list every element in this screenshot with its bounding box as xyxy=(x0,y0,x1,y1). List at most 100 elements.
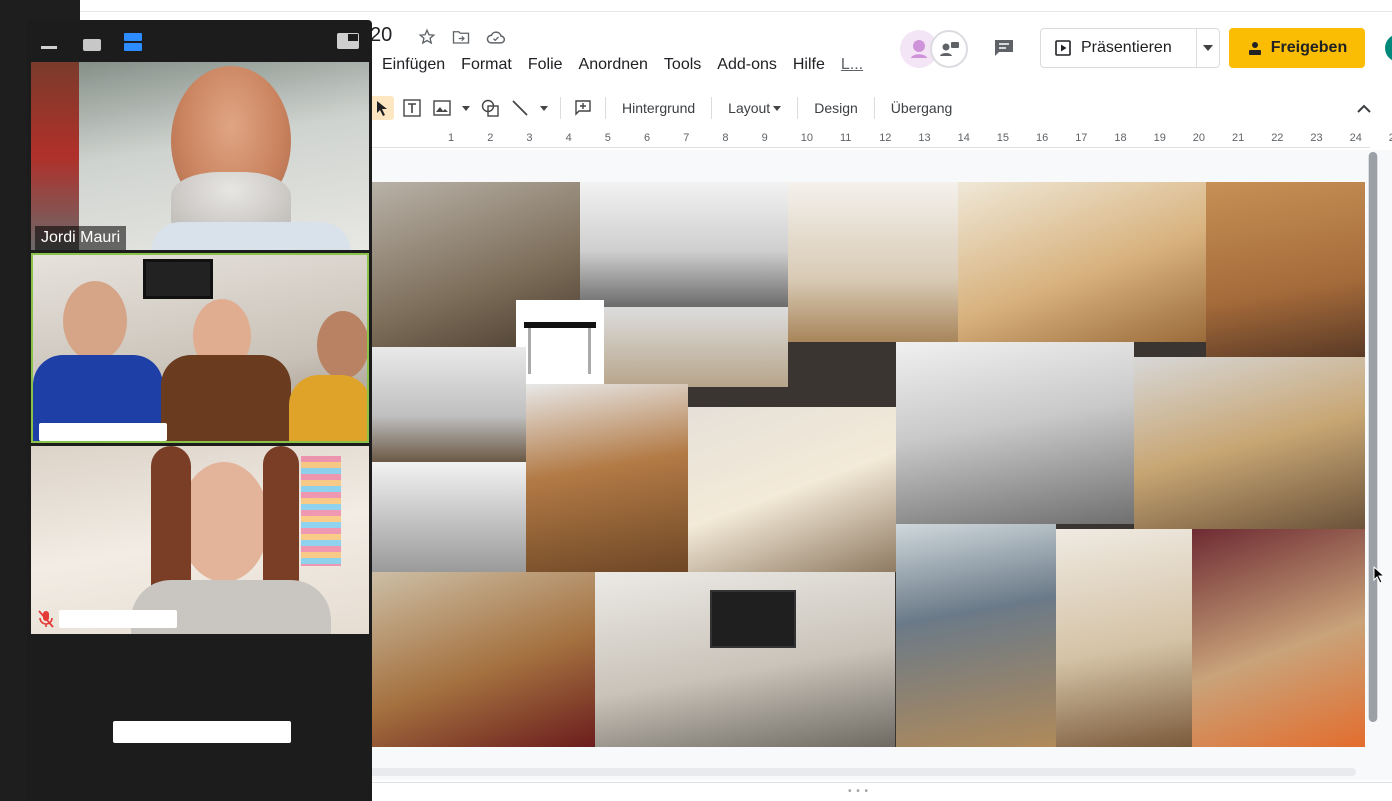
drag-handle-icon[interactable]: • • • xyxy=(848,786,869,797)
present-button[interactable]: Präsentieren xyxy=(1040,28,1220,68)
photo-tile xyxy=(370,462,526,572)
meet-icon[interactable] xyxy=(930,30,968,68)
menu-format[interactable]: Format xyxy=(461,56,512,74)
toolbar-separator xyxy=(873,97,875,119)
ruler-tick: 8 xyxy=(722,132,729,144)
image-caret-icon[interactable] xyxy=(460,96,472,120)
ruler-tick: 12 xyxy=(879,132,892,144)
speaker-view-icon[interactable] xyxy=(123,32,143,52)
vertical-scrollbar[interactable] xyxy=(1368,152,1378,722)
toolbar-separator xyxy=(711,97,713,119)
account-avatar[interactable] xyxy=(1385,34,1392,62)
scroll-thumb[interactable] xyxy=(1369,152,1377,722)
video-panel-header xyxy=(27,20,372,62)
ruler-ticks: 1 2 3 4 5 6 7 8 9 10 11 12 13 14 15 16 17 18 19 20 21 22 23 24 2… xyxy=(370,130,1392,147)
slide-collage[interactable] xyxy=(370,182,1365,747)
menu-last-edit[interactable]: L... xyxy=(841,56,863,74)
ruler-tick: 7 xyxy=(683,132,690,144)
theme-button[interactable]: Design xyxy=(808,100,864,116)
shape-icon[interactable] xyxy=(478,96,502,120)
ruler-tick: 19 xyxy=(1153,132,1166,144)
photo-tile xyxy=(370,572,595,747)
mic-muted-icon xyxy=(35,608,57,630)
text-box-icon[interactable] xyxy=(400,96,424,120)
slide-canvas[interactable] xyxy=(370,150,1392,780)
browser-top-edge xyxy=(80,0,1392,12)
bookshelf xyxy=(31,62,79,250)
star-icon[interactable] xyxy=(416,26,438,48)
ruler-tick: 1 xyxy=(448,132,455,144)
minimize-icon[interactable] xyxy=(41,46,57,49)
photo-tile xyxy=(1206,182,1365,357)
ruler-tick: 11 xyxy=(840,132,852,144)
horizontal-scrollbar[interactable] xyxy=(370,768,1356,776)
menu-help[interactable]: Hilfe xyxy=(793,56,825,74)
document-title[interactable]: 20 xyxy=(370,24,392,47)
background-button[interactable]: Hintergrund xyxy=(616,100,701,116)
select-cursor-icon[interactable] xyxy=(370,96,394,120)
present-main[interactable]: Präsentieren xyxy=(1041,29,1197,67)
collapse-toolbar-icon[interactable] xyxy=(1354,98,1374,118)
image-icon[interactable] xyxy=(430,96,454,120)
wall-decoration xyxy=(301,456,341,566)
ruler-tick: 23 xyxy=(1310,132,1323,144)
participant-tile[interactable] xyxy=(31,446,369,634)
photo-tile xyxy=(604,307,788,387)
ruler-tick: 21 xyxy=(1232,132,1245,144)
ruler-tick: 13 xyxy=(918,132,931,144)
ruler-tick: 17 xyxy=(1075,132,1088,144)
menu-tools[interactable]: Tools xyxy=(664,56,701,74)
menu-insert[interactable]: Einfügen xyxy=(382,56,445,74)
layout-caret-icon xyxy=(773,105,782,111)
participant-video xyxy=(317,311,367,379)
comments-icon[interactable] xyxy=(990,34,1018,62)
ruler-tick: 2 xyxy=(487,132,494,144)
ruler-tick: 5 xyxy=(604,132,611,144)
menu-slide[interactable]: Folie xyxy=(528,56,563,74)
ruler-tick: 10 xyxy=(800,132,814,144)
participant-name: Jordi Mauri xyxy=(35,226,127,250)
participant-tile-active[interactable] xyxy=(31,253,369,443)
mouse-pointer-icon xyxy=(1373,565,1386,584)
photo-tile xyxy=(1134,357,1365,529)
photo-tile xyxy=(595,572,895,747)
ruler-tick: 22 xyxy=(1271,132,1284,144)
share-label: Freigeben xyxy=(1270,39,1348,56)
ruler-tick: 18 xyxy=(1114,132,1127,144)
participant-tile-no-video[interactable] xyxy=(31,637,369,801)
add-comment-icon[interactable] xyxy=(571,96,595,120)
ruler-tick: 24 xyxy=(1349,132,1362,144)
photo-tile xyxy=(580,182,788,307)
line-caret-icon[interactable] xyxy=(538,96,550,120)
toolbar-separator xyxy=(797,97,799,119)
present-icon xyxy=(1055,40,1071,56)
caret-down-icon xyxy=(1203,45,1213,51)
pip-icon[interactable] xyxy=(336,32,360,50)
participant-tile[interactable]: Jordi Mauri xyxy=(31,62,369,250)
cloud-saved-icon[interactable] xyxy=(485,26,507,48)
share-lock-icon xyxy=(1248,42,1261,55)
window-icon[interactable] xyxy=(83,39,101,51)
ruler-tick: 15 xyxy=(996,132,1010,144)
participant-video xyxy=(179,462,269,582)
transition-button[interactable]: Übergang xyxy=(885,100,959,116)
photo-tile xyxy=(688,407,896,572)
redacted-name xyxy=(39,423,167,441)
line-icon[interactable] xyxy=(508,96,532,120)
editing-toolbar: Hintergrund Layout Design Übergang xyxy=(370,92,1392,124)
ruler-tick: 6 xyxy=(644,132,651,144)
photo-tile xyxy=(896,342,1134,524)
present-dropdown[interactable] xyxy=(1197,29,1219,67)
menu-addons[interactable]: Add-ons xyxy=(717,56,777,74)
move-folder-icon[interactable] xyxy=(450,26,472,48)
layout-button[interactable]: Layout xyxy=(722,100,787,116)
photo-tile xyxy=(896,524,1056,747)
share-button[interactable]: Freigeben xyxy=(1229,28,1365,68)
brown-top xyxy=(161,355,291,441)
photo-tile xyxy=(370,347,526,462)
menu-arrange[interactable]: Anordnen xyxy=(579,56,648,74)
horizontal-ruler[interactable]: 1 2 3 4 5 6 7 8 9 10 11 12 13 14 15 16 17 18 19 20 21 22 23 24 2… xyxy=(370,130,1392,148)
screen: 20 Einfügen Format Folie Anordnen Tools … xyxy=(0,0,1392,801)
photo-tile xyxy=(788,182,958,342)
ruler-tick: 3 xyxy=(526,132,533,144)
